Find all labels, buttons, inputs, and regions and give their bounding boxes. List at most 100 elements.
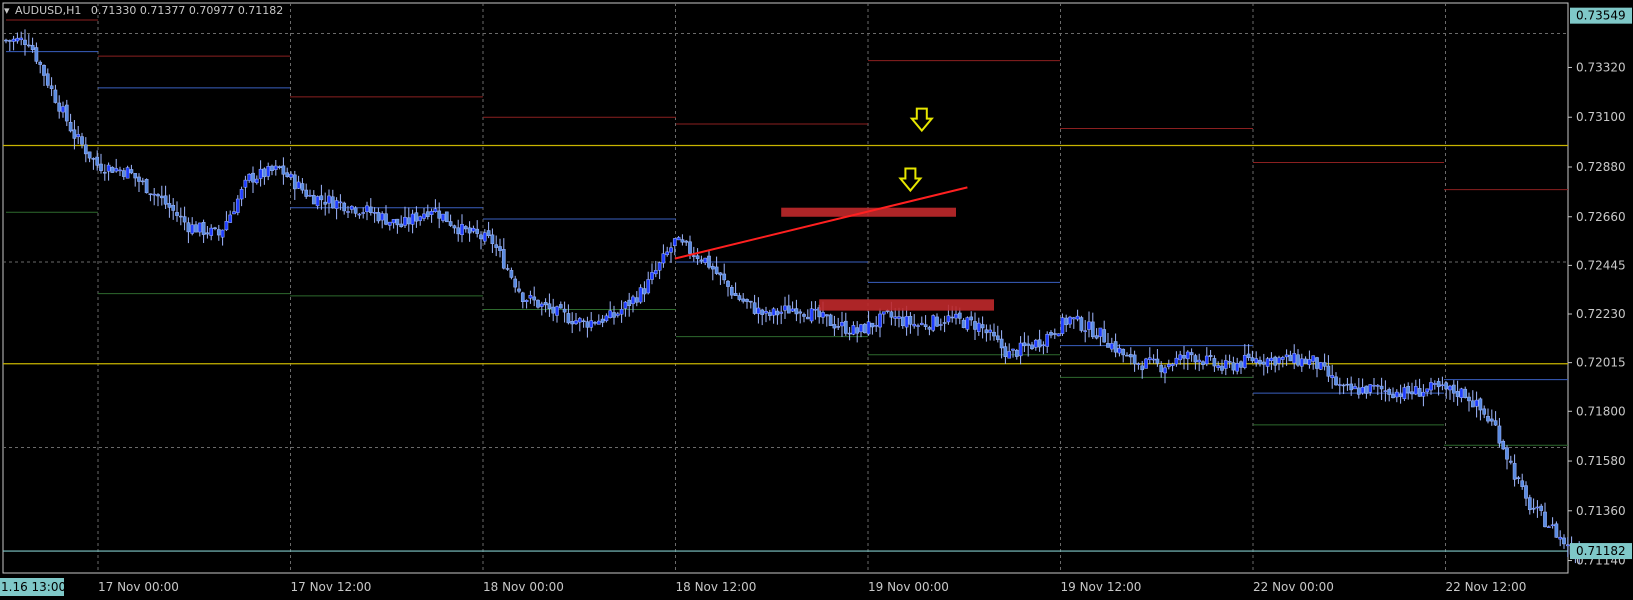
candle-body [7,40,12,42]
candle-body [813,308,818,311]
candle-body [741,298,746,302]
candle-body [152,193,157,196]
candle-body [1337,384,1342,386]
candle-body [1539,505,1544,511]
candle-body [1467,396,1471,402]
candle-body [1307,359,1312,365]
candle-body [976,322,981,332]
candle-body [623,301,628,309]
candle-body [650,272,654,280]
candle-body [87,151,92,159]
candle-body [935,316,939,327]
candle-body [494,244,499,248]
candle-body [866,321,871,335]
candle-body [167,203,172,208]
candle-body [1288,354,1293,362]
candle-body [543,302,548,306]
candle-body [707,255,711,268]
candle-body [965,317,970,330]
candle-body [589,320,594,328]
candle-body [1318,362,1323,370]
candle-body [1379,385,1384,390]
candle-body [1083,330,1088,332]
candle-body [30,44,35,50]
collapse-triangle-icon[interactable]: ▾ [4,4,10,17]
candle-body [1128,354,1133,358]
candle-body [1387,389,1392,395]
candle-body [995,335,1000,340]
candle-body [1413,386,1418,395]
candle-body [1037,339,1042,348]
arrow-down-icon[interactable] [909,107,934,133]
candle-body [547,303,552,309]
candle-body [422,213,426,219]
arrow-down-icon[interactable] [898,167,923,193]
candle-body [897,316,901,319]
candle-body [437,210,442,219]
candle-body [353,207,358,214]
chart-header: ▾ AUDUSD,H1 0.71330 0.71377 0.70977 0.71… [4,4,283,17]
candle-body [1132,354,1137,365]
x-tick-label: 18 Nov 00:00 [483,580,564,594]
candle-body [1235,363,1240,372]
candle-body [908,315,913,325]
y-tick-label: 0.72660 [1576,210,1626,224]
candle-body [528,295,533,299]
x-tick-label: 22 Nov 12:00 [1446,580,1527,594]
candle-body [365,205,369,212]
candle-body [182,216,187,223]
candle-body [1421,391,1426,397]
candle-body [1250,357,1255,362]
candle-body [1223,360,1228,369]
candle-body [1014,350,1019,357]
candle-body [330,196,335,209]
candle-body [403,216,407,226]
candle-body [399,223,404,228]
candle-body [661,253,666,264]
candle-body [904,316,909,328]
candle-body [315,196,320,207]
candle-body [988,329,993,333]
candle-body [1113,341,1118,353]
candle-body [1178,354,1183,361]
candle-body [593,322,597,324]
ohlc-readout: 0.71330 0.71377 0.70977 0.71182 [90,4,284,17]
candle-body [646,279,651,294]
candle-body [1239,361,1243,368]
candle-body [456,227,461,235]
candle-body [984,329,989,334]
candle-body [1451,384,1456,394]
plot-frame [2,2,1569,574]
candle-body [1170,363,1175,366]
candle-body [224,221,229,231]
trendline[interactable] [674,186,968,260]
zone-rectangle[interactable] [819,299,994,311]
candle-body [216,229,221,236]
candle-body [581,320,586,322]
candle-body [1459,388,1464,398]
candle-body [1045,333,1050,347]
candle-body [273,165,278,170]
candle-body [745,299,749,302]
candle-body [1554,523,1559,538]
candle-body [490,234,495,244]
candle-body [836,326,841,328]
candle-body [691,255,696,257]
candle-body [919,322,924,325]
candle-body [722,273,727,281]
candle-body [1216,365,1221,368]
top-price-tag-label: 0.73549 [1576,9,1626,23]
candle-body [1033,339,1038,348]
x-tick-label: 19 Nov 00:00 [868,580,949,594]
candle-body [1383,390,1388,392]
candlestick-chart[interactable]: 17 Nov 00:00 17 Nov 12:00 18 Nov 00:00 18 N… [0,0,1633,600]
candle-body [444,211,449,223]
candle-body [19,37,24,40]
candle-body [1505,447,1509,460]
candle-body [441,213,445,221]
candle-body [851,325,856,335]
candle-body [372,212,377,214]
candle-body [726,280,730,287]
candle-body [205,232,210,235]
candle-body [391,219,396,224]
